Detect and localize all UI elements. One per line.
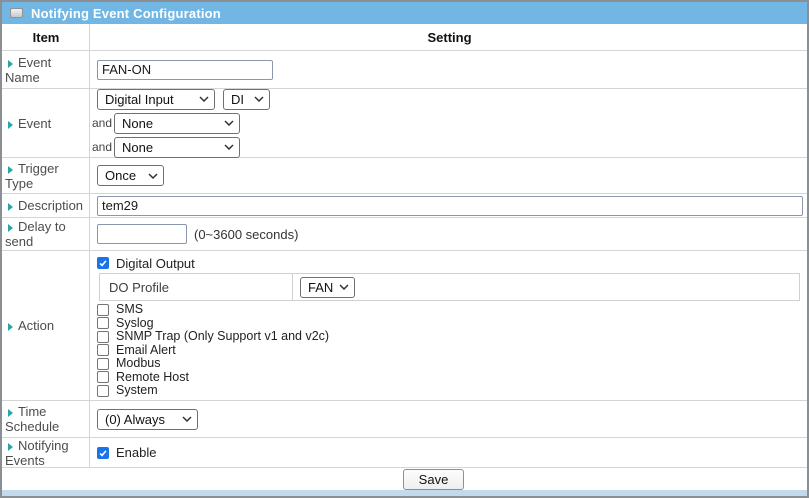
enable-label: Enable [116, 445, 156, 460]
notifying-event-configuration-window: Notifying Event Configuration Item Setti… [0, 0, 809, 498]
action-option-email-alert: Email Alert [97, 344, 807, 358]
settings-table: Item Setting Event Name Event Digital In… [2, 24, 807, 490]
row-event-name: Event Name [2, 50, 807, 88]
trigger-type-select[interactable]: Once [97, 165, 164, 186]
chevron-down-icon [224, 120, 234, 126]
row-notifying-events: Notifying Events Enable [2, 437, 807, 467]
chevron-down-icon [339, 284, 349, 290]
chevron-down-icon [182, 416, 192, 422]
section-icon [10, 8, 23, 18]
title-bar: Notifying Event Configuration [2, 2, 807, 24]
bullet-arrow-icon [8, 166, 13, 174]
modbus-checkbox[interactable] [97, 358, 109, 370]
row-description: Description [2, 193, 807, 217]
checkmark-icon [98, 258, 108, 268]
action-option-modbus: Modbus [97, 357, 807, 371]
chevron-down-icon [148, 173, 158, 179]
do-profile-subtable: DO Profile FAN [99, 273, 800, 301]
row-delay-to-send: Delay to send (0~3600 seconds) [2, 217, 807, 250]
and-label: and [92, 116, 114, 130]
event-subtype-select[interactable]: DI [223, 89, 270, 110]
bullet-arrow-icon [8, 443, 13, 451]
action-option-sms: SMS [97, 303, 807, 317]
table-header-row: Item Setting [2, 24, 807, 50]
checkmark-icon [98, 448, 108, 458]
row-label-delay-to-send: Delay to send [5, 219, 87, 249]
chevron-down-icon [199, 96, 209, 102]
event-type-select[interactable]: Digital Input [97, 89, 215, 110]
save-row: Save [2, 467, 807, 490]
action-option-syslog: Syslog [97, 317, 807, 331]
bullet-arrow-icon [8, 203, 13, 211]
row-label-time-schedule: Time Schedule [5, 404, 87, 434]
bullet-arrow-icon [8, 224, 13, 232]
and-label: and [92, 140, 114, 154]
syslog-checkbox[interactable] [97, 317, 109, 329]
action-option-snmp-trap: SNMP Trap (Only Support v1 and v2c) [97, 330, 807, 344]
header-setting: Setting [90, 24, 807, 50]
header-item: Item [2, 24, 90, 50]
do-profile-label: DO Profile [100, 274, 293, 300]
row-label-description: Description [5, 198, 83, 213]
chevron-down-icon [224, 144, 234, 150]
row-trigger-type: Trigger Type Once [2, 157, 807, 193]
row-label-trigger-type: Trigger Type [5, 161, 87, 191]
page-title: Notifying Event Configuration [31, 6, 221, 21]
digital-output-label: Digital Output [116, 256, 195, 271]
sms-checkbox[interactable] [97, 304, 109, 316]
do-profile-select[interactable]: FAN [300, 277, 355, 298]
enable-checkbox[interactable] [97, 447, 109, 459]
snmp-trap-checkbox[interactable] [97, 331, 109, 343]
row-time-schedule: Time Schedule (0) Always [2, 400, 807, 437]
action-option-remote-host: Remote Host [97, 371, 807, 385]
event-and2-select[interactable]: None [114, 137, 240, 158]
event-name-input[interactable] [97, 60, 273, 80]
system-checkbox[interactable] [97, 385, 109, 397]
page-background-strip [2, 490, 807, 496]
row-event: Event Digital Input DI and [2, 88, 807, 157]
event-and1-select[interactable]: None [114, 113, 240, 134]
bullet-arrow-icon [8, 323, 13, 331]
save-button[interactable]: Save [403, 469, 465, 490]
chevron-down-icon [254, 96, 264, 102]
delay-to-send-input[interactable] [97, 224, 187, 244]
bullet-arrow-icon [8, 409, 13, 417]
email-alert-checkbox[interactable] [97, 344, 109, 356]
delay-hint: (0~3600 seconds) [194, 227, 298, 242]
description-input[interactable] [97, 196, 803, 216]
action-option-system: System [97, 384, 807, 398]
bullet-arrow-icon [8, 121, 13, 129]
row-label-event-name: Event Name [5, 55, 87, 85]
digital-output-checkbox[interactable] [97, 257, 109, 269]
bullet-arrow-icon [8, 60, 13, 68]
time-schedule-select[interactable]: (0) Always [97, 409, 198, 430]
row-action: Action Digital Output DO Profile FAN [2, 250, 807, 400]
remote-host-checkbox[interactable] [97, 371, 109, 383]
row-label-event: Event [5, 116, 51, 131]
row-label-notifying-events: Notifying Events [5, 438, 87, 468]
row-label-action: Action [5, 318, 54, 333]
